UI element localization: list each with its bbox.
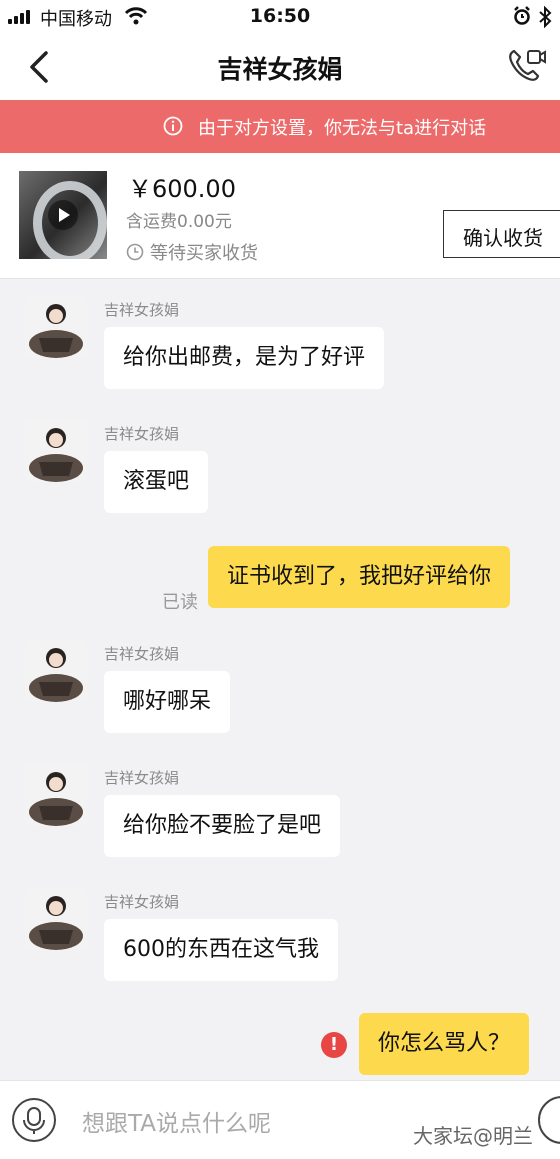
sender-name: 吉祥女孩娟 xyxy=(104,301,180,319)
message-bubble-incoming[interactable]: 滚蛋吧 xyxy=(104,451,209,513)
message-bubble-outgoing[interactable]: 你怎么骂人？ xyxy=(359,1013,530,1075)
info-icon xyxy=(163,116,183,136)
read-status: 已读 xyxy=(162,592,198,613)
warning-banner: 由于对方设置，你无法与ta进行对话 xyxy=(0,100,560,153)
avatar[interactable] xyxy=(25,640,87,702)
message-input[interactable]: 想跟TA说点什么呢 xyxy=(82,1104,271,1138)
message-bubble-incoming[interactable]: 哪好哪呆 xyxy=(104,671,231,733)
order-price: ￥600.00 xyxy=(128,175,236,203)
watermark: 大家坛@明兰 xyxy=(413,1124,533,1148)
avatar[interactable] xyxy=(25,420,87,482)
sender-name: 吉祥女孩娟 xyxy=(104,769,180,787)
bluetooth-icon xyxy=(539,6,552,28)
message-bubble-incoming[interactable]: 给你出邮费，是为了好评 xyxy=(104,327,385,389)
nav-bar: 吉祥女孩娟 xyxy=(0,34,560,100)
order-status: 等待买家收货 xyxy=(150,243,258,264)
message-bubble-incoming[interactable]: 600的东西在这气我 xyxy=(104,919,338,981)
avatar[interactable] xyxy=(25,888,87,950)
avatar[interactable] xyxy=(25,296,87,358)
message-bubble-incoming[interactable]: 给你脸不要脸了是吧 xyxy=(104,795,341,857)
emoji-icon[interactable] xyxy=(538,1096,560,1144)
clock-time: 16:50 xyxy=(249,5,311,27)
banner-text: 由于对方设置，你无法与ta进行对话 xyxy=(198,118,487,139)
avatar[interactable] xyxy=(25,764,87,826)
status-bar: 中国移动 16:50 xyxy=(0,0,560,34)
message-bubble-outgoing[interactable]: 证书收到了，我把好评给你 xyxy=(208,546,511,608)
order-card[interactable]: ￥600.00 含运费0.00元 等待买家收货 确认收货 xyxy=(0,153,560,279)
phone-video-icon[interactable] xyxy=(506,46,546,84)
sender-name: 吉祥女孩娟 xyxy=(104,645,180,663)
sender-name: 吉祥女孩娟 xyxy=(104,425,180,443)
confirm-receipt-button[interactable]: 确认收货 xyxy=(443,210,560,258)
alarm-icon xyxy=(514,6,530,25)
send-error-icon[interactable]: ! xyxy=(321,1032,347,1058)
shipping-fee: 含运费0.00元 xyxy=(126,212,232,232)
play-icon[interactable] xyxy=(48,200,78,230)
sender-name: 吉祥女孩娟 xyxy=(104,893,180,911)
product-thumbnail[interactable] xyxy=(19,171,107,259)
page-title: 吉祥女孩娟 xyxy=(217,55,343,84)
microphone-icon[interactable] xyxy=(12,1098,56,1142)
